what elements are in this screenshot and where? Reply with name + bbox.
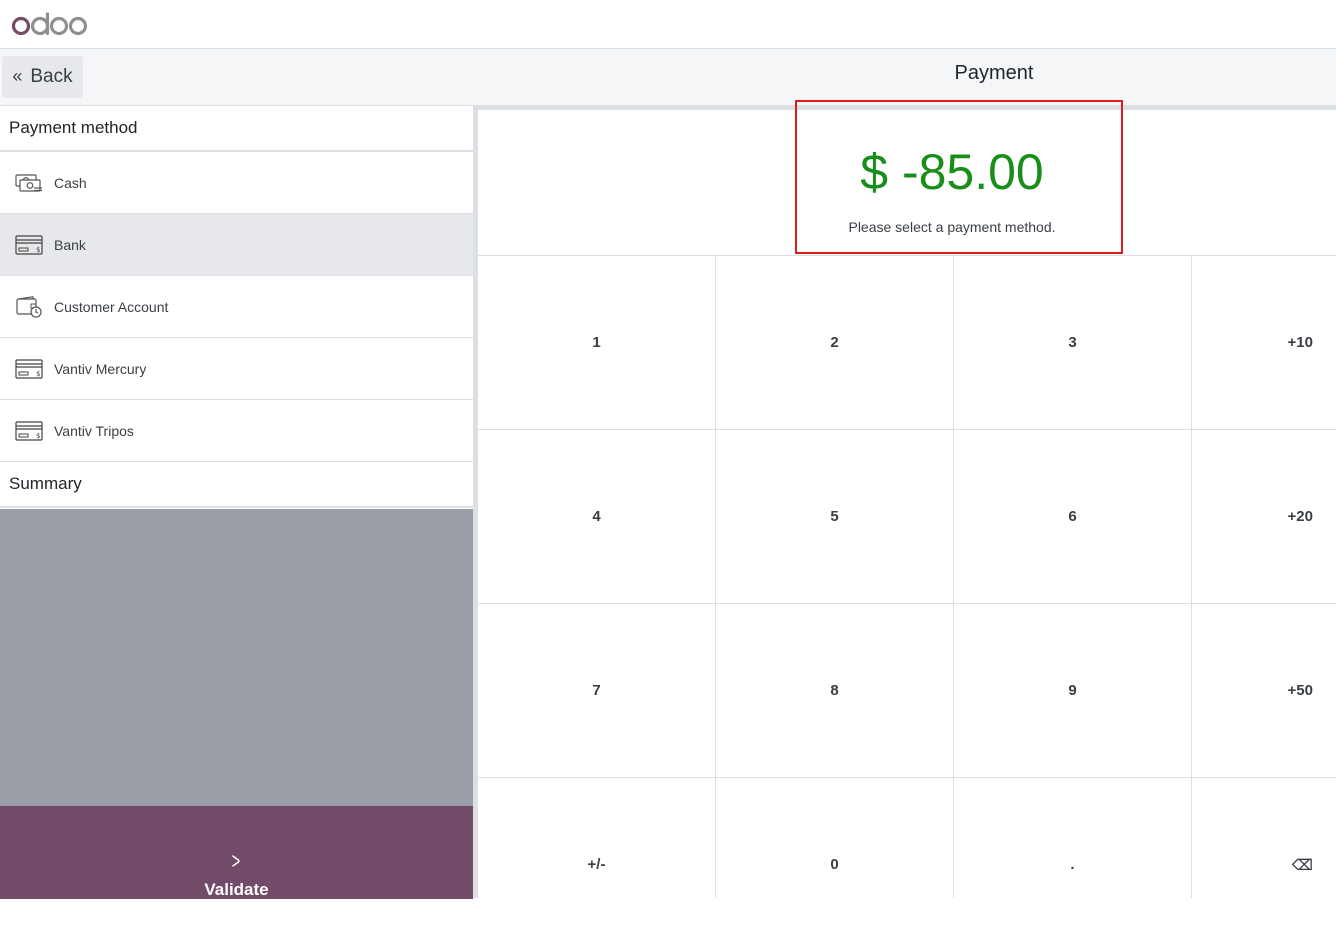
numpad: 1 2 3 +10 4 5 6 +20 7 8 9 +50 +/- 0 . ⌫ — [478, 256, 1336, 951]
payment-panel: $ -85.00 Please select a payment method.… — [478, 100, 1336, 951]
card-icon: $ — [15, 420, 43, 442]
action-bar: « Back Payment — [0, 49, 1336, 105]
numpad-key-1[interactable]: 1 — [478, 256, 715, 429]
chevron-right-icon: > — [232, 848, 241, 875]
svg-text:$: $ — [36, 432, 40, 440]
highlight-box — [795, 100, 1123, 254]
svg-text:$: $ — [36, 370, 40, 378]
payment-method-label: Vantiv Mercury — [54, 360, 147, 377]
backspace-icon[interactable]: ⌫ — [1192, 778, 1336, 951]
numpad-key-plus-20[interactable]: +20 — [1192, 430, 1336, 603]
payment-method-vantiv-mercury[interactable]: $ Vantiv Mercury — [0, 338, 473, 400]
top-bar — [0, 0, 1336, 49]
payment-method-vantiv-tripos[interactable]: $ Vantiv Tripos — [0, 400, 473, 462]
payment-method-label: Cash — [54, 174, 87, 191]
numpad-key-9[interactable]: 9 — [954, 604, 1191, 777]
validate-button[interactable]: > Validate — [0, 806, 473, 899]
numpad-key-8[interactable]: 8 — [716, 604, 953, 777]
payment-method-customer-account[interactable]: Customer Account — [0, 276, 473, 338]
summary-area — [0, 509, 473, 806]
numpad-key-plus-minus[interactable]: +/- — [478, 778, 715, 951]
back-button-label: Back — [30, 66, 73, 87]
payment-method-heading: Payment method — [0, 106, 473, 152]
double-chevron-left-icon: « — [12, 66, 23, 86]
summary-heading: Summary — [0, 462, 473, 508]
numpad-key-2[interactable]: 2 — [716, 256, 953, 429]
odoo-logo — [12, 9, 88, 39]
numpad-key-plus-10[interactable]: +10 — [1192, 256, 1336, 429]
numpad-key-3[interactable]: 3 — [954, 256, 1191, 429]
card-icon: $ — [15, 234, 43, 256]
cash-icon — [15, 172, 43, 194]
payment-method-label: Bank — [54, 236, 86, 253]
payment-method-label: Vantiv Tripos — [54, 422, 134, 439]
payment-method-panel: Payment method Cash $ Bank Customer Acco… — [0, 105, 473, 899]
odoo-logo-icon — [12, 12, 88, 36]
numpad-key-7[interactable]: 7 — [478, 604, 715, 777]
amount-panel: $ -85.00 Please select a payment method. — [478, 100, 1336, 255]
numpad-key-4[interactable]: 4 — [478, 430, 715, 603]
validate-label: Validate — [204, 880, 269, 899]
numpad-key-plus-50[interactable]: +50 — [1192, 604, 1336, 777]
numpad-key-0[interactable]: 0 — [716, 778, 953, 951]
numpad-key-6[interactable]: 6 — [954, 430, 1191, 603]
numpad-key-decimal[interactable]: . — [954, 778, 1191, 951]
card-icon: $ — [15, 358, 43, 380]
payment-method-label: Customer Account — [54, 298, 169, 315]
back-button[interactable]: « Back — [2, 56, 83, 98]
payment-method-cash[interactable]: Cash — [0, 152, 473, 214]
svg-text:$: $ — [36, 246, 40, 254]
payment-method-bank[interactable]: $ Bank — [0, 214, 473, 276]
wallet-clock-icon — [15, 295, 43, 318]
numpad-key-5[interactable]: 5 — [716, 430, 953, 603]
page-title: Payment — [954, 62, 1034, 84]
